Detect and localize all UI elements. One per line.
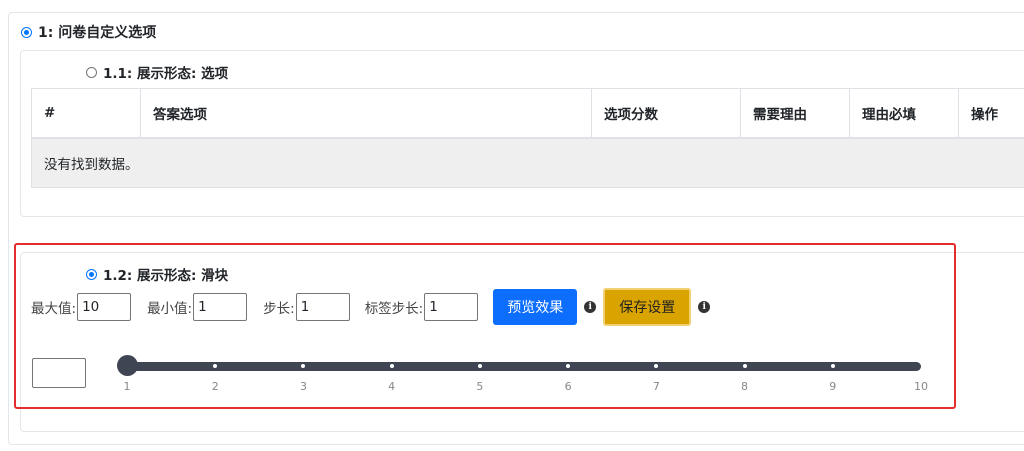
col-index: # bbox=[31, 88, 141, 139]
slider-track[interactable] bbox=[127, 362, 921, 371]
slider-tick-label: 5 bbox=[476, 380, 484, 393]
options-view-header: 1.1: 展示形态: 选项 bbox=[86, 62, 228, 82]
col-need-reason: 需要理由 bbox=[740, 88, 850, 139]
slider-value-display bbox=[32, 358, 86, 388]
slider-tick-label: 9 bbox=[829, 380, 837, 393]
section-header: 1: 问卷自定义选项 bbox=[21, 22, 156, 42]
col-reason-required: 理由必填 bbox=[849, 88, 959, 139]
col-answer-option: 答案选项 bbox=[140, 88, 592, 139]
min-label: 最小值: bbox=[147, 301, 193, 317]
slider-tick-label: 8 bbox=[741, 380, 749, 393]
slider-view-header: 1.2: 展示形态: 滑块 bbox=[86, 264, 228, 284]
slider-tick-dot bbox=[389, 364, 394, 368]
max-input[interactable]: 10 bbox=[77, 293, 132, 321]
slider-settings-row: 最大值: 10 最小值: 1 步长: 1 标签步长: 1 预览效果 i 保存设置… bbox=[31, 288, 711, 326]
slider-tick-label: 6 bbox=[564, 380, 572, 393]
slider-handle[interactable] bbox=[117, 355, 138, 376]
max-label: 最大值: bbox=[31, 301, 77, 317]
tick-step-input[interactable]: 1 bbox=[424, 293, 479, 321]
min-input[interactable]: 1 bbox=[193, 293, 248, 321]
slider-tick-label: 7 bbox=[652, 380, 660, 393]
table-header-row: # 答案选项 选项分数 需要理由 理由必填 操作 bbox=[31, 88, 1024, 139]
slider-tick-dot bbox=[742, 364, 747, 368]
slider-tick-label: 2 bbox=[211, 380, 219, 393]
options-table: # 答案选项 选项分数 需要理由 理由必填 操作 没有找到数据。 bbox=[31, 88, 1024, 188]
empty-message: 没有找到数据。 bbox=[31, 137, 1024, 188]
slider-view-title: 1.2: 展示形态: 滑块 bbox=[103, 268, 229, 284]
save-settings-button[interactable]: 保存设置 bbox=[603, 288, 692, 326]
col-score: 选项分数 bbox=[591, 88, 741, 139]
col-actions: 操作 bbox=[958, 88, 1024, 139]
section-radio[interactable] bbox=[21, 26, 32, 38]
slider-tick-label: 4 bbox=[388, 380, 396, 393]
preview-button[interactable]: 预览效果 bbox=[493, 289, 578, 325]
step-label: 步长: bbox=[263, 301, 295, 317]
options-view-radio[interactable] bbox=[86, 66, 97, 78]
slider-tick-dot bbox=[830, 364, 835, 368]
slider-tick-label: 1 bbox=[123, 380, 131, 393]
table-row: 没有找到数据。 bbox=[31, 137, 1024, 188]
slider-view-radio[interactable] bbox=[86, 268, 97, 280]
slider-tick-dot bbox=[477, 364, 482, 368]
section-title: 1: 问卷自定义选项 bbox=[38, 25, 157, 41]
slider-tick-label: 10 bbox=[914, 380, 928, 393]
options-view-title: 1.1: 展示形态: 选项 bbox=[103, 66, 229, 82]
save-info-icon[interactable]: i bbox=[698, 301, 711, 313]
step-input[interactable]: 1 bbox=[295, 293, 350, 321]
slider-tick-label: 3 bbox=[299, 380, 307, 393]
preview-info-icon[interactable]: i bbox=[584, 301, 597, 313]
tick-step-label: 标签步长: bbox=[364, 301, 424, 317]
